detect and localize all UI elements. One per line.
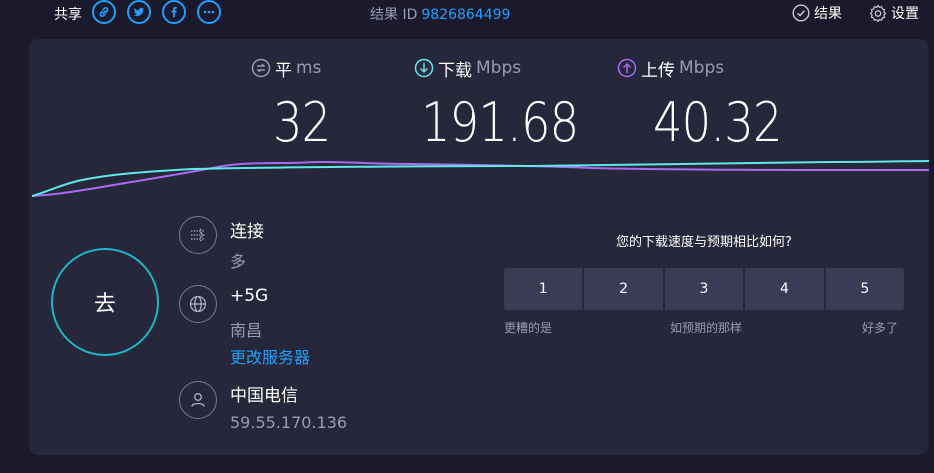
results-card: 平 ms 32 下载 Mbps 191.68 上传 Mbps 40.32 去 连接 多…	[29, 39, 929, 455]
connections-value: 多	[230, 252, 247, 271]
more-icon[interactable]	[197, 0, 221, 24]
ping-header: 平 ms	[251, 57, 322, 81]
upload-unit: Mbps	[679, 58, 725, 78]
results-button[interactable]: 结果	[792, 3, 842, 23]
download-metric: 下载 Mbps 191.68	[414, 57, 579, 154]
server-location: 南昌	[230, 321, 263, 340]
ip-address: 59.55.170.136	[230, 413, 348, 432]
rating-scale: 1 2 3 4 5	[504, 268, 905, 310]
rating-option-4[interactable]: 4	[745, 268, 824, 310]
download-label: 下载	[438, 60, 472, 81]
download-value: 191.68	[421, 91, 579, 154]
upload-label: 上传	[641, 60, 675, 81]
survey-question: 您的下载速度与预期相比如何?	[616, 235, 792, 250]
download-arrow-icon	[414, 58, 434, 78]
result-id-label: 结果 ID	[370, 7, 418, 23]
server-name: +5G	[230, 286, 269, 306]
download-unit: Mbps	[476, 58, 522, 78]
twitter-icon[interactable]	[127, 0, 151, 24]
isp-name: 中国电信	[230, 386, 298, 406]
rating-option-1[interactable]: 1	[504, 268, 583, 310]
rating-option-3[interactable]: 3	[664, 268, 744, 310]
upload-graph-line	[32, 160, 929, 197]
speed-graph	[32, 160, 929, 197]
rating-option-5[interactable]: 5	[825, 268, 905, 310]
upload-arrow-icon	[617, 58, 637, 78]
scale-high-label: 好多了	[862, 321, 899, 335]
scale-mid-label: 如预期的那样	[670, 321, 743, 335]
connections-icon	[179, 216, 217, 254]
ping-metric: 平 ms 32	[251, 57, 331, 154]
download-header: 下载 Mbps	[414, 57, 522, 81]
result-id: 结果 ID 9826864499	[370, 4, 510, 24]
top-bar: 共享 结果 ID 9826864499 结果 设置	[0, 0, 934, 28]
gear-icon	[869, 4, 887, 22]
upload-metric: 上传 Mbps 40.32	[617, 57, 783, 154]
change-server-link[interactable]: 更改服务器	[230, 344, 310, 368]
go-button[interactable]: 去	[51, 248, 159, 356]
download-graph-line	[32, 160, 929, 197]
ping-icon	[251, 58, 271, 78]
settings-button[interactable]: 设置	[869, 3, 919, 23]
globe-icon	[179, 285, 217, 323]
ping-unit: ms	[296, 58, 322, 78]
rating-option-2[interactable]: 2	[584, 268, 663, 310]
share-label: 共享	[54, 7, 82, 23]
result-id-value[interactable]: 9826864499	[421, 7, 510, 23]
link-icon[interactable]	[92, 0, 116, 24]
connections-title: 连接	[230, 222, 264, 242]
ping-value: 32	[273, 91, 331, 154]
check-circle-icon	[792, 4, 810, 22]
upload-header: 上传 Mbps	[617, 57, 725, 81]
scale-low-label: 更糟的是	[504, 321, 553, 335]
results-label: 结果	[814, 6, 842, 22]
upload-value: 40.32	[653, 91, 783, 154]
ping-label: 平	[275, 60, 292, 81]
facebook-icon[interactable]	[162, 0, 186, 24]
go-button-label: 去	[93, 292, 116, 317]
settings-label: 设置	[891, 6, 919, 22]
user-icon	[179, 381, 217, 419]
